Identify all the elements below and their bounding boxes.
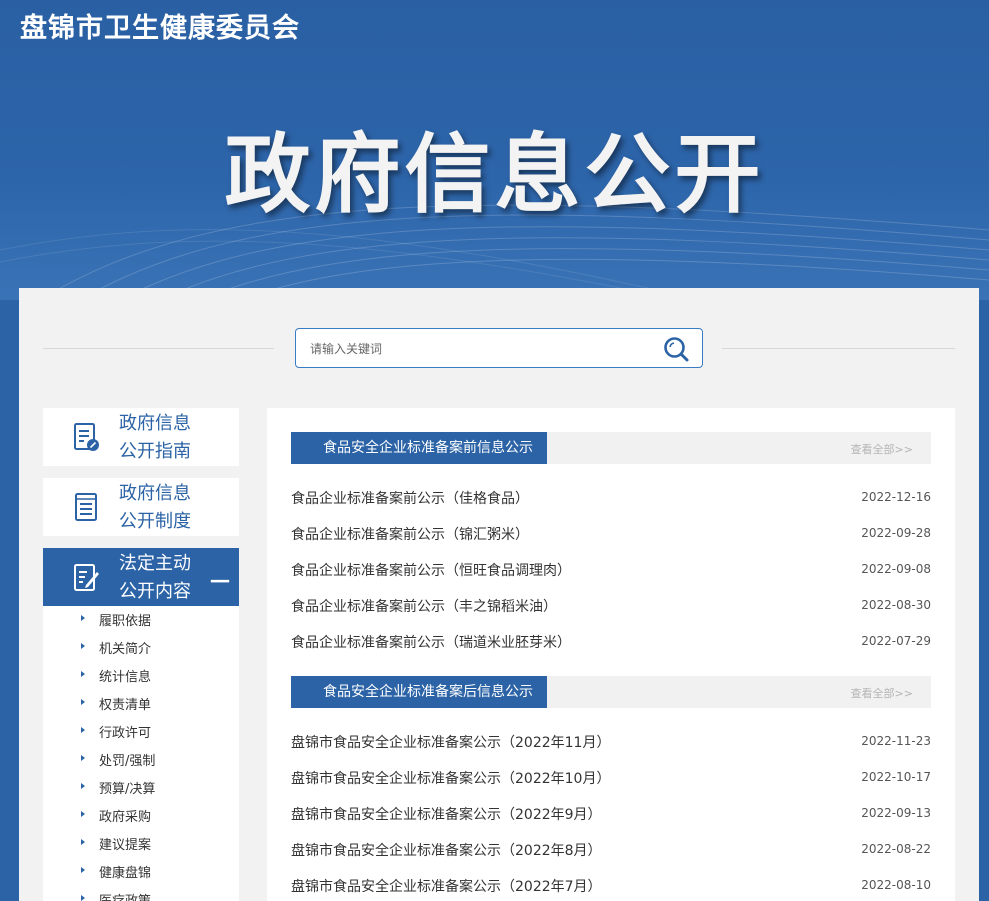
hero-title: 政府信息公开 (224, 125, 765, 225)
divider-left (43, 348, 274, 349)
subnav-item[interactable]: 政府采购 (43, 802, 239, 830)
list-item: 盘锦市食品安全企业标准备案公示（2022年8月） 2022-08-22 (291, 838, 931, 862)
list-item-title[interactable]: 盘锦市食品安全企业标准备案公示（2022年7月） (291, 876, 602, 896)
bullet-icon (81, 671, 85, 677)
bullet-icon (81, 755, 85, 761)
bullet-icon (81, 615, 85, 621)
list-item-date: 2022-09-08 (861, 562, 931, 576)
main-panel: 政府信息 公开指南 政府信息 公开制度 法定主动 公开内容 － (19, 288, 979, 901)
list-item-date: 2022-09-13 (861, 806, 931, 820)
sidebar-item-guide[interactable]: 政府信息 公开指南 (43, 408, 239, 466)
bullet-icon (81, 867, 85, 873)
list-item: 食品企业标准备案前公示（恒旺食品调理肉） 2022-09-08 (291, 558, 931, 582)
bullet-icon (81, 643, 85, 649)
bullet-icon (81, 699, 85, 705)
list-item-date: 2022-08-30 (861, 598, 931, 612)
section-header: 食品安全企业标准备案前信息公示 查看全部>> (291, 432, 931, 464)
list-item: 食品企业标准备案前公示（锦汇粥米） 2022-09-28 (291, 522, 931, 546)
bullet-icon (81, 811, 85, 817)
list-item-title[interactable]: 盘锦市食品安全企业标准备案公示（2022年8月） (291, 840, 602, 860)
header-banner: 盘锦市卫生健康委员会 政府信息公开 (0, 0, 989, 300)
list-item: 食品企业标准备案前公示（佳格食品） 2022-12-16 (291, 486, 931, 510)
bullet-icon (81, 839, 85, 845)
site-title[interactable]: 盘锦市卫生健康委员会 (20, 6, 300, 45)
sidebar-item-label: 政府信息 公开指南 (119, 413, 191, 462)
collapse-toggle[interactable]: － (208, 562, 232, 597)
subnav-item[interactable]: 机关简介 (43, 634, 239, 662)
list-item: 盘锦市食品安全企业标准备案公示（2022年11月） 2022-11-23 (291, 730, 931, 754)
content-area: 食品安全企业标准备案前信息公示 查看全部>> 食品企业标准备案前公示（佳格食品）… (267, 408, 955, 901)
list-item: 盘锦市食品安全企业标准备案公示（2022年9月） 2022-09-13 (291, 802, 931, 826)
list-item-title[interactable]: 盘锦市食品安全企业标准备案公示（2022年9月） (291, 804, 602, 824)
list-item-date: 2022-11-23 (861, 734, 931, 748)
subnav-item[interactable]: 处罚/强制 (43, 746, 239, 774)
subnav-item[interactable]: 权责清单 (43, 690, 239, 718)
list-item: 食品企业标准备案前公示（瑞道米业胚芽米） 2022-07-29 (291, 630, 931, 654)
list-item-title[interactable]: 食品企业标准备案前公示（恒旺食品调理肉） (291, 560, 571, 580)
sidebar-item-system[interactable]: 政府信息 公开制度 (43, 478, 239, 536)
bullet-icon (81, 783, 85, 789)
list-item-date: 2022-10-17 (861, 770, 931, 784)
bullet-icon (81, 727, 85, 733)
subnav-item[interactable]: 履职依据 (43, 606, 239, 634)
subnav-item[interactable]: 建议提案 (43, 830, 239, 858)
view-all-link[interactable]: 查看全部>> (851, 685, 913, 701)
list-item-title[interactable]: 食品企业标准备案前公示（锦汇粥米） (291, 524, 529, 544)
section-tab[interactable]: 食品安全企业标准备案前信息公示 (291, 432, 547, 464)
list-item-title[interactable]: 盘锦市食品安全企业标准备案公示（2022年11月） (291, 732, 610, 752)
subnav-item[interactable]: 行政许可 (43, 718, 239, 746)
list-item-title[interactable]: 食品企业标准备案前公示（瑞道米业胚芽米） (291, 632, 571, 652)
list-item-date: 2022-07-29 (861, 634, 931, 648)
subnav-item[interactable]: 统计信息 (43, 662, 239, 690)
list-document-icon (75, 493, 97, 521)
search-input[interactable] (310, 339, 650, 359)
sidebar-item-statutory[interactable]: 法定主动 公开内容 － (43, 548, 239, 606)
section-header: 食品安全企业标准备案后信息公示 查看全部>> (291, 676, 931, 708)
bullet-icon (81, 895, 85, 901)
list-item-date: 2022-09-28 (861, 526, 931, 540)
subnav-list: 履职依据 机关简介 统计信息 权责清单 行政许可 处罚/强制 预算/决算 政府采… (43, 606, 239, 901)
list-item-title[interactable]: 盘锦市食品安全企业标准备案公示（2022年10月） (291, 768, 610, 788)
list-item: 盘锦市食品安全企业标准备案公示（2022年7月） 2022-08-10 (291, 874, 931, 898)
list-item-title[interactable]: 食品企业标准备案前公示（丰之锦稻米油） (291, 596, 557, 616)
list-item: 盘锦市食品安全企业标准备案公示（2022年10月） 2022-10-17 (291, 766, 931, 790)
divider-right (722, 348, 955, 349)
search-box (295, 328, 703, 368)
list-item-date: 2022-12-16 (861, 490, 931, 504)
view-all-link[interactable]: 查看全部>> (851, 441, 913, 457)
list-item-date: 2022-08-22 (861, 842, 931, 856)
document-edit-icon (74, 564, 99, 591)
list-item-date: 2022-08-10 (861, 878, 931, 892)
list-item: 食品企业标准备案前公示（丰之锦稻米油） 2022-08-30 (291, 594, 931, 618)
sidebar-item-label: 政府信息 公开制度 (119, 483, 191, 532)
list-item-title[interactable]: 食品企业标准备案前公示（佳格食品） (291, 488, 529, 508)
section-tab[interactable]: 食品安全企业标准备案后信息公示 (291, 676, 547, 708)
subnav-item[interactable]: 健康盘锦 (43, 858, 239, 886)
search-icon[interactable] (662, 335, 690, 363)
document-pen-icon (74, 423, 99, 451)
subnav-item[interactable]: 医疗政策 (43, 886, 239, 901)
subnav-item[interactable]: 预算/决算 (43, 774, 239, 802)
